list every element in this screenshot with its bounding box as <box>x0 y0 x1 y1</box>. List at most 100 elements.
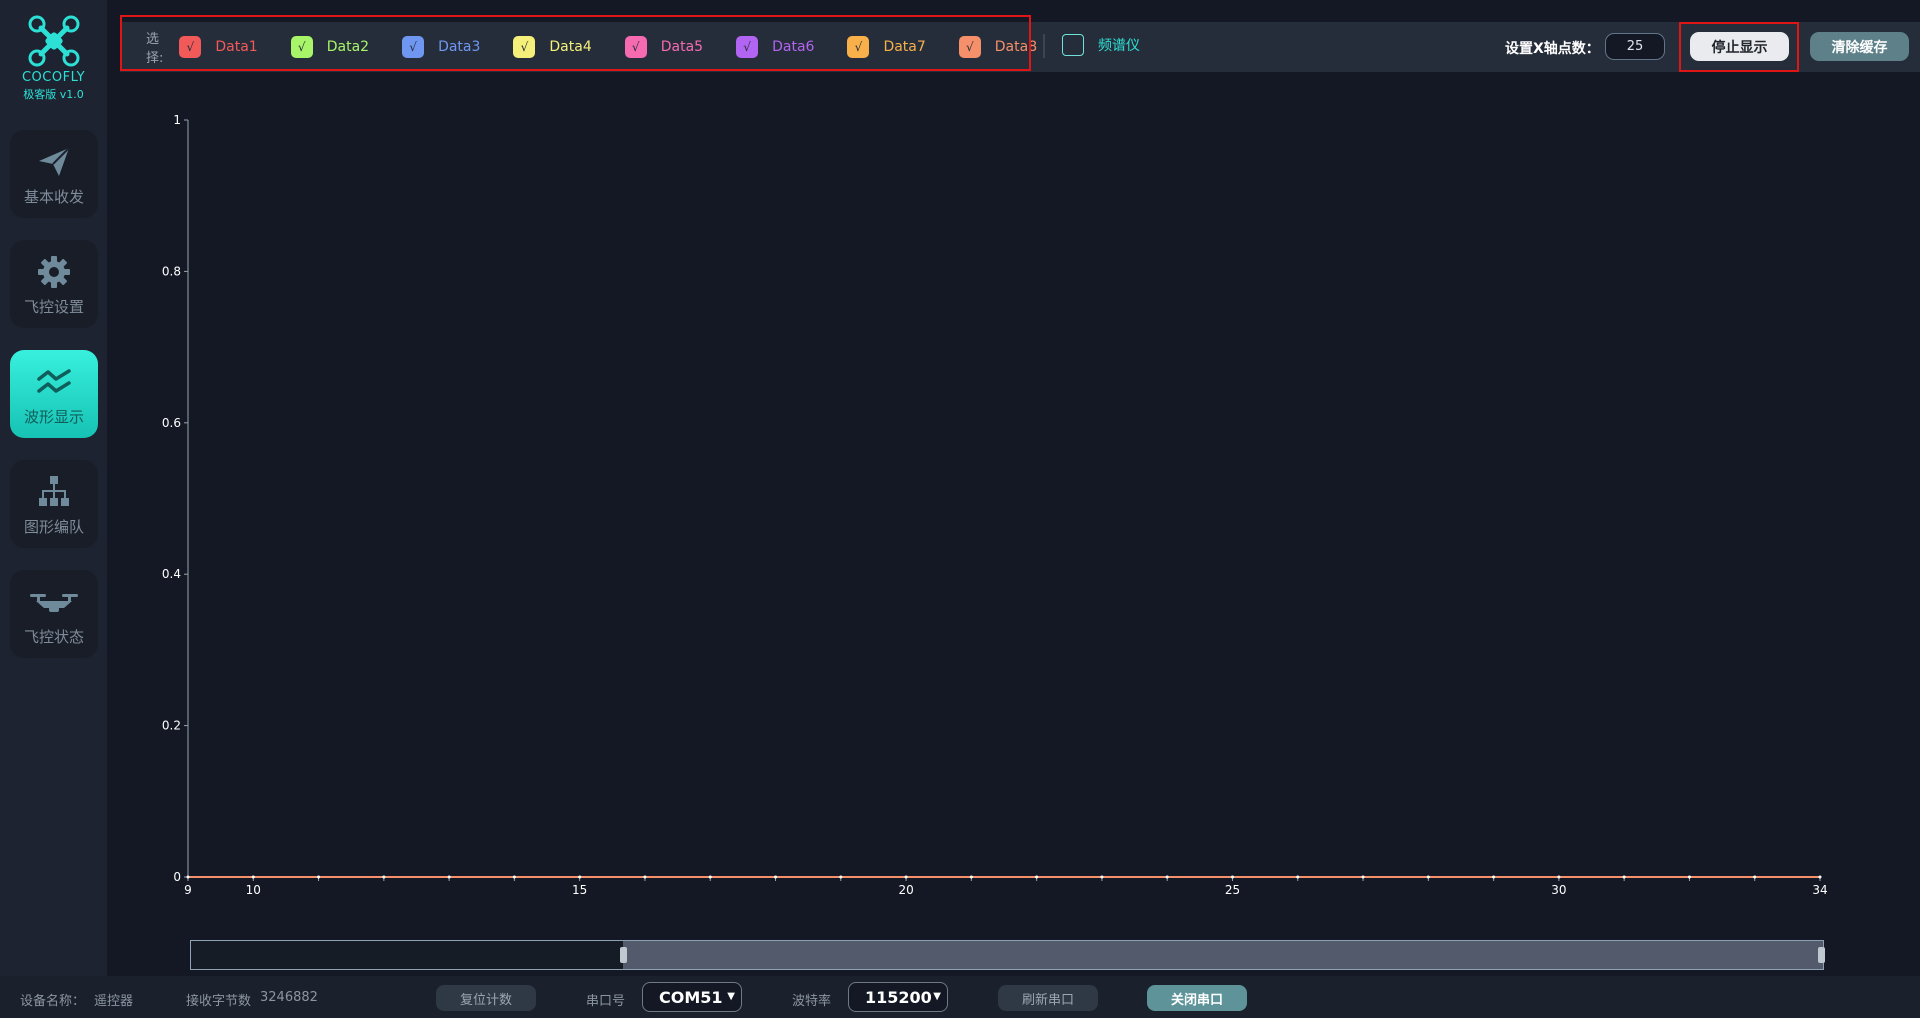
checkbox-checked-icon[interactable]: √ <box>624 36 647 58</box>
sidebar-item-fc-settings[interactable]: 飞控设置 <box>10 240 98 328</box>
data-point <box>1165 875 1169 879</box>
data-point <box>1818 875 1822 879</box>
data-point <box>1622 875 1626 879</box>
y-tick-label: 1 <box>173 113 181 127</box>
baud-select[interactable]: 115200 ▼ <box>848 982 948 1012</box>
port-value: COM51 <box>659 987 723 1007</box>
gear-icon <box>10 254 98 290</box>
sidebar-item-waveform[interactable]: 波形显示 <box>10 350 98 438</box>
checkbox-checked-icon[interactable]: √ <box>958 36 981 58</box>
device-name-value: 遥控器 <box>94 994 134 1009</box>
caret-down-icon: ▼ <box>727 991 735 1002</box>
toolbar-divider <box>1043 34 1045 58</box>
x-tick-label: 10 <box>246 883 261 897</box>
data-point <box>512 875 516 879</box>
received-bytes-label: 接收字节数 <box>186 994 252 1009</box>
logo: COCOFLY 极客版 v1.0 <box>0 14 107 102</box>
received-bytes-value: 3246882 <box>260 990 318 1005</box>
data-point <box>1230 875 1234 879</box>
reset-count-button[interactable]: 复位计数 <box>436 985 536 1011</box>
spectrum-toggle[interactable]: 频谱仪 <box>1062 34 1140 56</box>
series-name: Data6 <box>772 39 815 55</box>
data-point <box>839 875 843 879</box>
data-point <box>1361 875 1365 879</box>
data-point <box>1687 875 1691 879</box>
sidebar-item-label: 波形显示 <box>23 408 84 426</box>
series-toggle-data7[interactable]: √ Data7 <box>847 36 926 58</box>
waveform-icon <box>10 364 98 400</box>
series-toggle-data6[interactable]: √ Data6 <box>736 36 814 58</box>
drone-icon <box>10 584 98 620</box>
data-point <box>643 875 647 879</box>
y-tick-label: 0.2 <box>162 719 181 733</box>
sidebar-item-label: 基本收发 <box>23 188 84 206</box>
series-name: Data4 <box>549 39 592 55</box>
hierarchy-icon <box>10 474 98 510</box>
series-name: Data5 <box>660 39 704 55</box>
data-point <box>1492 875 1496 879</box>
data-point <box>1426 875 1430 879</box>
data-point <box>774 875 778 879</box>
x-tick-label: 30 <box>1551 883 1566 897</box>
waveform-chart: 0 0.2 0.4 0.6 0.8 1 9 10 15 20 25 30 34 <box>162 113 1828 897</box>
caret-down-icon: ▼ <box>933 991 941 1002</box>
y-tick-label: 0.4 <box>162 567 181 581</box>
checkbox-checked-icon[interactable]: √ <box>847 36 870 58</box>
y-tick-label: 0.8 <box>162 264 181 278</box>
data-point <box>708 875 712 879</box>
checkbox-checked-icon[interactable]: √ <box>513 36 536 58</box>
checkbox-checked-icon[interactable]: √ <box>290 36 313 58</box>
series-toggle-data8[interactable]: √ Data8 <box>958 36 1038 58</box>
data-point <box>251 875 255 879</box>
series-toggle-data4[interactable]: √ Data4 <box>513 36 592 58</box>
clear-cache-button[interactable]: 清除缓存 <box>1810 32 1909 61</box>
x-tick-label: 9 <box>184 883 192 897</box>
spectrum-label: 频谱仪 <box>1098 38 1140 54</box>
series-toggle-data2[interactable]: √ Data2 <box>290 36 370 58</box>
zoom-slider[interactable] <box>190 940 1825 970</box>
spectrum-checkbox[interactable] <box>1062 34 1084 56</box>
data-point <box>904 875 908 879</box>
refresh-port-button[interactable]: 刷新串口 <box>998 985 1098 1011</box>
select-label: 选择: <box>146 32 164 66</box>
checkbox-checked-icon[interactable]: √ <box>736 36 759 58</box>
series-name: Data2 <box>326 39 370 55</box>
series-toggle-data5[interactable]: √ Data5 <box>624 36 704 58</box>
sidebar-item-fc-status[interactable]: 飞控状态 <box>10 570 98 658</box>
data-point <box>1557 875 1561 879</box>
brand-version: 极客版 v1.0 <box>23 88 84 101</box>
zoom-handle-right[interactable] <box>1818 947 1825 963</box>
zoom-handle-left[interactable] <box>620 947 628 963</box>
sidebar-item-formation[interactable]: 图形编队 <box>10 460 98 548</box>
x-tick-label: 20 <box>898 883 913 897</box>
sidebar: COCOFLY 极客版 v1.0 基本收发 飞控设置 波形显示 图形编队 飞控状… <box>0 0 107 1018</box>
brand-name: COCOFLY <box>21 70 86 85</box>
sidebar-item-label: 图形编队 <box>23 518 84 536</box>
checkbox-checked-icon[interactable]: √ <box>402 36 425 58</box>
data-point <box>969 875 973 879</box>
series-name: Data1 <box>215 39 258 55</box>
series-toggle-data3[interactable]: √ Data3 <box>402 36 480 58</box>
device-name-label: 设备名称： <box>20 994 86 1009</box>
y-tick-label: 0.6 <box>162 416 181 430</box>
series-toggle-data1[interactable]: √ Data1 <box>179 36 258 58</box>
xpoints-input[interactable] <box>1605 33 1665 60</box>
status-bar: 设备名称： 遥控器 接收字节数 3246882 复位计数 串口号 COM51 ▼… <box>0 976 1920 1018</box>
close-port-button[interactable]: 关闭串口 <box>1147 985 1247 1011</box>
port-select[interactable]: COM51 ▼ <box>642 982 742 1012</box>
data-point <box>317 875 321 879</box>
zoom-window[interactable] <box>623 941 1823 969</box>
sidebar-item-label: 飞控状态 <box>23 628 84 646</box>
checkbox-checked-icon[interactable]: √ <box>179 36 202 58</box>
series-selector: 选择: √ Data1 √ Data2 √ Data3 √ Data4 √ Data5 √ Data6… <box>132 22 1037 72</box>
paper-plane-icon <box>10 144 98 180</box>
xpoints-label: 设置X轴点数： <box>1505 41 1600 57</box>
series-name: Data8 <box>994 39 1038 55</box>
stop-display-button[interactable]: 停止显示 <box>1690 32 1789 61</box>
data-point <box>447 875 451 879</box>
data-point <box>1296 875 1300 879</box>
sidebar-item-basic-io[interactable]: 基本收发 <box>10 130 98 218</box>
data-point <box>382 875 386 879</box>
data-point <box>578 875 582 879</box>
data-point <box>1100 875 1104 879</box>
